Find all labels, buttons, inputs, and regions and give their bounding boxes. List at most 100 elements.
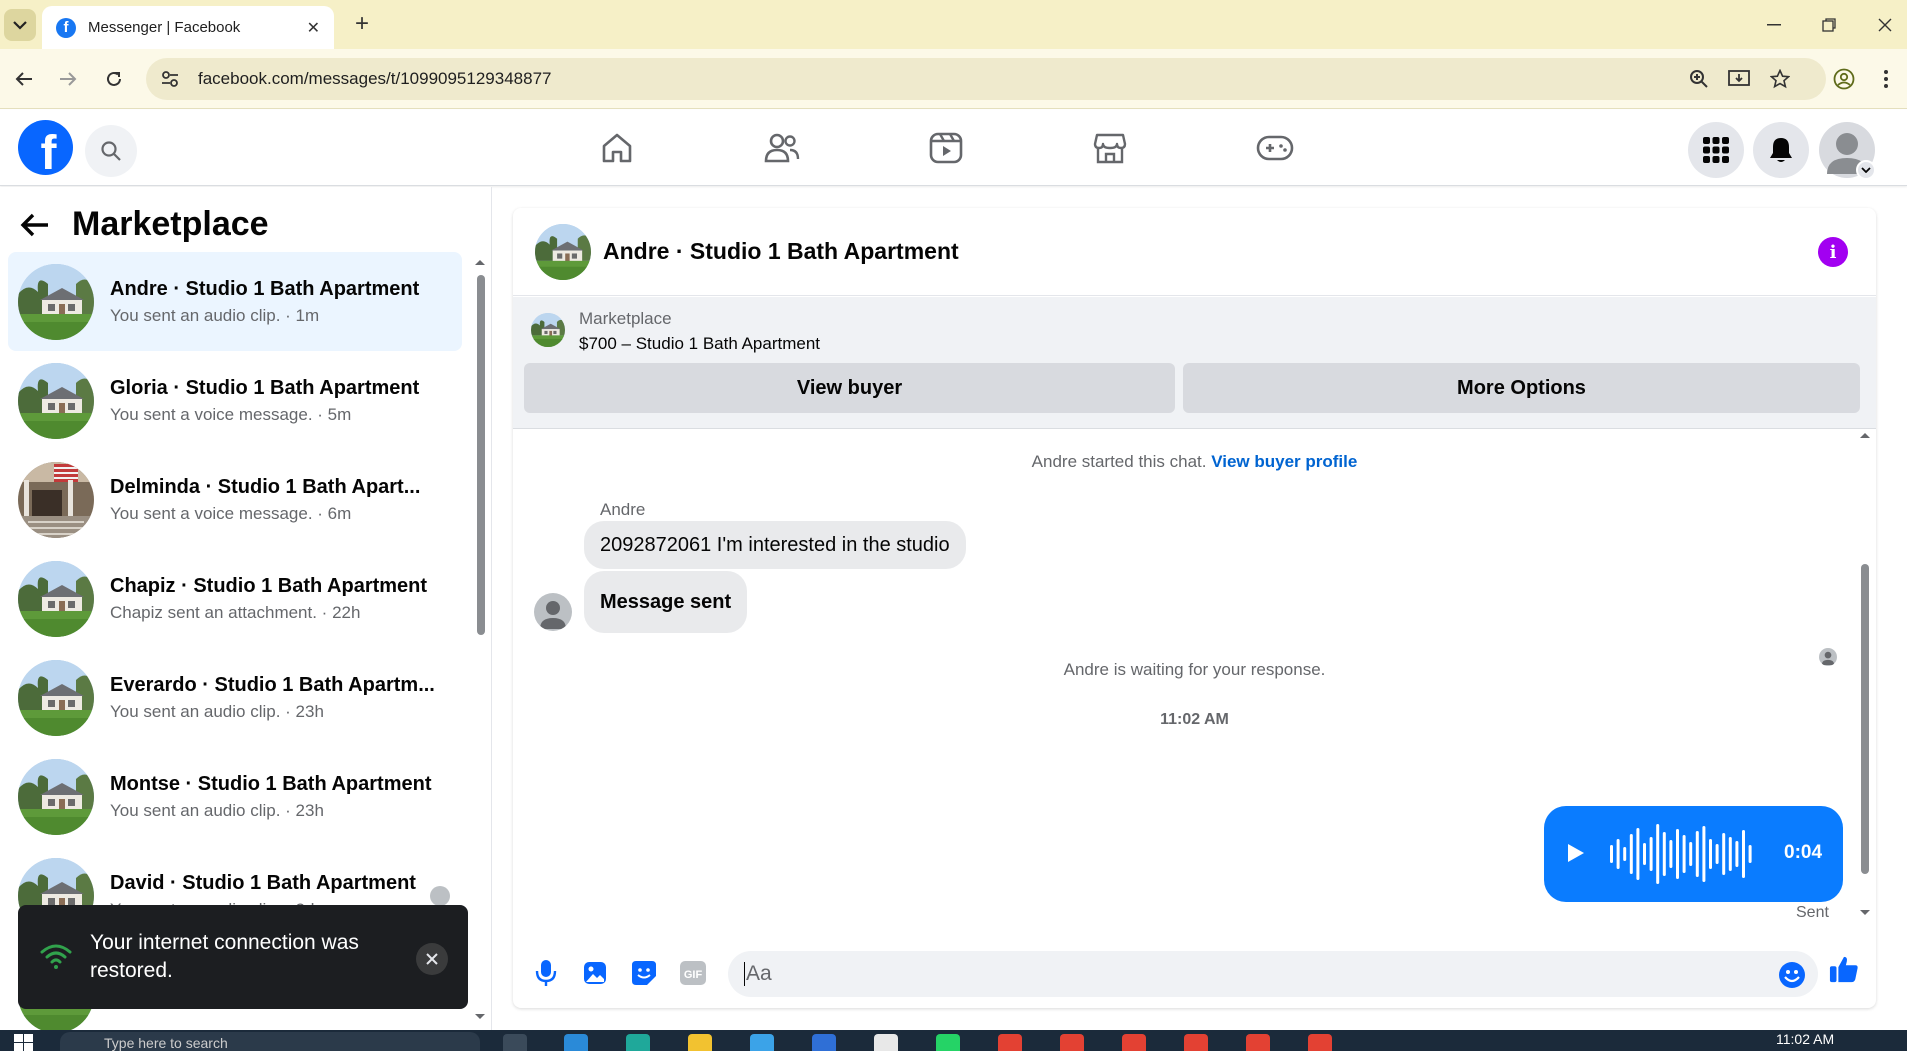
chat-header: Andre · Studio 1 Bath Apartment i — [513, 208, 1876, 296]
scrollbar-thumb[interactable] — [477, 275, 485, 635]
listing-title[interactable]: $700 – Studio 1 Bath Apartment — [579, 334, 820, 354]
voice-clip-button[interactable] — [531, 958, 561, 988]
browser-menu-icon[interactable] — [1874, 67, 1898, 91]
conversation-info-button[interactable]: i — [1818, 237, 1848, 267]
notifications-button[interactable] — [1753, 122, 1809, 178]
whatsapp-icon[interactable] — [936, 1034, 960, 1051]
facebook-logo-icon[interactable]: f — [18, 120, 73, 175]
address-bar[interactable]: facebook.com/messages/t/1099095129348877 — [146, 58, 1826, 100]
conversation-item[interactable]: Montse · Studio 1 Bath Apartment You sent… — [8, 747, 462, 846]
menu-grid-button[interactable] — [1688, 122, 1744, 178]
tab-search-button[interactable] — [4, 9, 36, 41]
chrome-icon[interactable] — [1060, 1034, 1084, 1051]
reload-button[interactable] — [98, 63, 130, 95]
install-app-icon[interactable] — [1727, 67, 1751, 91]
play-icon[interactable] — [1566, 842, 1586, 864]
sender-avatar[interactable] — [534, 593, 572, 631]
scroll-down-arrow-icon[interactable] — [474, 1012, 486, 1022]
incoming-message-bubble[interactable]: Message sent — [584, 571, 748, 633]
mail-icon[interactable] — [812, 1034, 836, 1051]
view-buyer-button[interactable]: View buyer — [524, 363, 1175, 413]
account-chevron-icon[interactable] — [1856, 160, 1876, 180]
edge-icon[interactable] — [564, 1034, 588, 1051]
chat-started-notice: Andre started this chat. View buyer prof… — [513, 452, 1876, 472]
text-caret — [744, 962, 745, 986]
waveform-bar — [1689, 842, 1693, 866]
thumbs-up-icon — [1829, 956, 1858, 983]
chat-title[interactable]: Andre · Studio 1 Bath Apartment — [603, 238, 959, 265]
copilot-icon[interactable] — [626, 1034, 650, 1051]
chrome-icon[interactable] — [1184, 1034, 1208, 1051]
home-nav-button[interactable] — [589, 128, 645, 168]
scrollbar-thumb[interactable] — [1861, 564, 1869, 874]
view-buyer-profile-link[interactable]: View buyer profile — [1211, 452, 1357, 471]
toast-close-button[interactable] — [416, 943, 448, 975]
waveform-bar — [1735, 841, 1739, 867]
gaming-nav-button[interactable] — [1247, 128, 1303, 168]
sender-name: Andre — [600, 500, 646, 519]
more-options-button[interactable]: More Options — [1183, 363, 1860, 413]
minimize-window-button[interactable] — [1759, 10, 1789, 40]
new-tab-button[interactable]: + — [348, 10, 376, 38]
facebook-search-button[interactable] — [85, 125, 137, 177]
gamepad-icon — [1256, 135, 1294, 161]
conversation-item[interactable]: Everardo · Studio 1 Bath Apartm... You se… — [8, 648, 462, 747]
profile-icon[interactable] — [1832, 67, 1856, 91]
search-icon — [101, 141, 121, 161]
chrome-icon[interactable] — [1308, 1034, 1332, 1051]
friends-nav-button[interactable] — [754, 128, 810, 168]
video-nav-button[interactable] — [918, 128, 974, 168]
url-text[interactable]: facebook.com/messages/t/1099095129348877 — [198, 69, 551, 89]
listing-thumbnail[interactable] — [531, 313, 565, 347]
audio-waveform[interactable] — [1608, 822, 1758, 886]
browser-tab[interactable]: f Messenger | Facebook ✕ — [42, 6, 334, 49]
restore-window-button[interactable] — [1814, 10, 1844, 40]
back-arrow-icon[interactable] — [20, 212, 50, 238]
emoji-icon[interactable] — [1778, 961, 1806, 989]
file-explorer-icon[interactable] — [688, 1034, 712, 1051]
conversation-name: Gloria · Studio 1 Bath Apartment — [110, 376, 420, 399]
message-input[interactable]: Aa — [728, 951, 1818, 997]
conversation-name: Everardo · Studio 1 Bath Apartm... — [110, 673, 435, 696]
site-settings-icon[interactable] — [160, 69, 180, 89]
send-like-button[interactable] — [1829, 954, 1859, 984]
photo-icon — [584, 962, 606, 984]
scroll-down-arrow-icon[interactable] — [1858, 908, 1872, 918]
sticker-button[interactable] — [629, 958, 659, 988]
message-thread-scrollbar[interactable] — [1858, 430, 1872, 920]
gif-button[interactable]: GIF — [678, 958, 708, 988]
app-icon[interactable] — [874, 1034, 898, 1051]
chat-avatar[interactable] — [535, 223, 591, 280]
conversation-list-scrollbar[interactable] — [474, 257, 486, 1022]
chrome-icon[interactable] — [1122, 1034, 1146, 1051]
conversation-item[interactable]: Andre · Studio 1 Bath Apartment You sent … — [8, 252, 462, 351]
bookmark-star-icon[interactable] — [1768, 67, 1792, 91]
chrome-icon[interactable] — [998, 1034, 1022, 1051]
windows-start-icon[interactable] — [14, 1034, 34, 1051]
waveform-bar — [1616, 839, 1620, 869]
waveform-bar — [1682, 835, 1686, 873]
conversation-item[interactable]: Delminda · Studio 1 Bath Apart... You sen… — [8, 450, 462, 549]
waveform-bar — [1636, 828, 1640, 880]
bell-icon — [1770, 138, 1792, 162]
close-tab-icon[interactable]: ✕ — [307, 18, 320, 38]
store-icon[interactable] — [750, 1034, 774, 1051]
chrome-icon[interactable] — [1246, 1034, 1270, 1051]
conversation-item[interactable]: Chapiz · Studio 1 Bath Apartment Chapiz s… — [8, 549, 462, 648]
sent-audio-message[interactable]: 0:04 — [1544, 806, 1843, 902]
marketplace-label: Marketplace — [579, 309, 672, 328]
zoom-icon[interactable] — [1687, 67, 1711, 91]
task-view-icon[interactable] — [503, 1034, 527, 1051]
taskbar-search-box[interactable]: Type here to search — [60, 1032, 480, 1051]
forward-button[interactable] — [52, 63, 84, 95]
scroll-up-arrow-icon[interactable] — [474, 257, 486, 267]
marketplace-nav-button[interactable] — [1082, 128, 1138, 168]
message-timestamp: 11:02 AM — [1160, 711, 1229, 728]
conversation-name: David · Studio 1 Bath Apartment — [110, 871, 416, 894]
conversation-item[interactable]: Gloria · Studio 1 Bath Apartment You sent… — [8, 351, 462, 450]
close-window-button[interactable] — [1870, 10, 1900, 40]
scroll-up-arrow-icon[interactable] — [1858, 430, 1872, 440]
incoming-message-bubble[interactable]: 2092872061 I'm interested in the studio — [584, 521, 966, 569]
back-button[interactable] — [8, 63, 40, 95]
attach-photo-button[interactable] — [580, 958, 610, 988]
